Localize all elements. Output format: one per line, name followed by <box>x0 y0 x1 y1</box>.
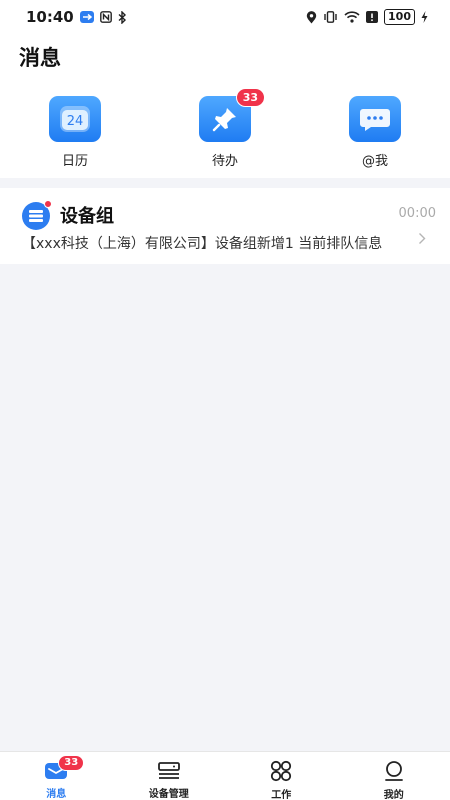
quick-label-calendar: 日历 <box>61 154 88 169</box>
quick-item-mention[interactable]: @我 <box>335 96 415 170</box>
tab-label-work: 工作 <box>271 790 292 800</box>
quick-item-todo[interactable]: 33 待办 <box>185 88 265 170</box>
device-manage-icon <box>157 760 181 781</box>
charging-icon <box>421 11 428 23</box>
vibrate-icon <box>323 11 338 23</box>
unread-dot <box>44 200 52 208</box>
bluetooth-icon <box>118 10 127 24</box>
todo-pin-icon: 33 <box>199 88 265 142</box>
tab-label-profile: 我的 <box>383 790 404 800</box>
message-time: 00:00 <box>398 206 436 221</box>
work-grid-icon <box>269 760 293 782</box>
nfc-icon <box>99 11 112 23</box>
tab-messages[interactable]: 33 消息 <box>0 752 113 800</box>
calendar-icon-day: 24 <box>67 114 84 129</box>
device-group-icon <box>22 200 52 230</box>
status-time: 10:40 <box>26 8 74 26</box>
wifi-icon <box>344 11 360 23</box>
alert-icon <box>366 11 379 23</box>
battery-icon: 100 <box>384 9 415 25</box>
location-icon <box>306 10 317 24</box>
mention-chat-icon <box>349 96 401 142</box>
message-title: 设备组 <box>60 206 114 227</box>
page-title: 消息 <box>19 46 61 70</box>
todo-badge: 33 <box>235 88 265 107</box>
tab-device-manage[interactable]: 设备管理 <box>113 752 226 800</box>
tab-label-device-manage: 设备管理 <box>148 789 189 800</box>
tab-profile[interactable]: 我的 <box>338 752 450 800</box>
quick-item-calendar[interactable]: 24 日历 <box>35 96 115 170</box>
quick-label-todo: 待办 <box>211 154 238 169</box>
tab-work[interactable]: 工作 <box>225 752 338 800</box>
quick-actions: 24 日历 33 待办 @我 <box>0 84 450 178</box>
tab-bar: 33 消息 设备管理 工作 我的 <box>0 751 450 800</box>
message-tab-badge: 33 <box>58 755 85 771</box>
quick-label-mention: @我 <box>361 154 388 169</box>
tab-label-messages: 消息 <box>46 789 67 800</box>
message-preview: 【xxx科技（上海）有限公司】设备组新增1 当前排队信息 <box>22 236 383 252</box>
chevron-right-icon <box>418 232 426 245</box>
app-notification-icon <box>79 11 94 23</box>
status-bar: 10:40 100 <box>0 0 450 34</box>
calendar-icon: 24 <box>49 96 101 142</box>
list-item[interactable]: 设备组 00:00 【xxx科技（上海）有限公司】设备组新增1 当前排队信息 <box>0 188 450 264</box>
profile-icon <box>382 760 406 782</box>
header: 消息 <box>0 34 450 84</box>
message-icon: 33 <box>44 755 85 781</box>
